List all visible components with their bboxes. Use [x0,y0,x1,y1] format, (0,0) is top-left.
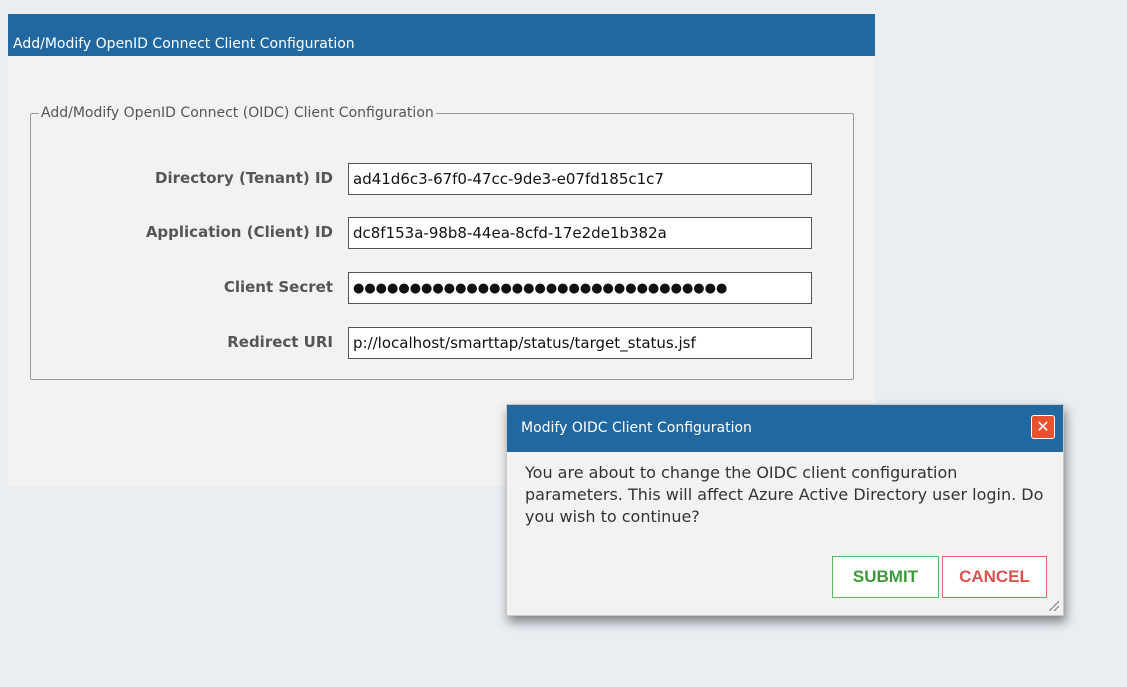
redirect-uri-row: Redirect URI [31,327,853,359]
panel-title: Add/Modify OpenID Connect Client Configu… [8,14,875,56]
redirect-uri-label: Redirect URI [227,333,333,351]
client-id-input[interactable] [348,217,812,249]
dialog-title: Modify OIDC Client Configuration [521,420,752,436]
fieldset-legend: Add/Modify OpenID Connect (OIDC) Client … [41,105,434,121]
client-id-label: Application (Client) ID [145,223,333,241]
oidc-config-fieldset: Add/Modify OpenID Connect (OIDC) Client … [30,105,854,380]
client-secret-row: Client Secret [31,272,853,304]
close-icon[interactable]: ✕ [1031,415,1055,439]
client-id-row: Application (Client) ID [31,217,853,249]
dialog-message: You are about to change the OIDC client … [525,463,1044,526]
confirm-dialog: Modify OIDC Client Configuration ✕ You a… [506,404,1064,616]
tenant-id-label: Directory (Tenant) ID [155,169,333,187]
client-secret-input[interactable] [348,272,812,304]
tenant-id-input[interactable] [348,163,812,195]
cancel-button[interactable]: CANCEL [942,556,1047,598]
client-secret-label: Client Secret [223,278,333,296]
submit-button[interactable]: SUBMIT [832,556,939,598]
resize-grip-icon[interactable] [1049,601,1059,611]
tenant-id-row: Directory (Tenant) ID [31,163,853,195]
dialog-header: Modify OIDC Client Configuration ✕ [507,405,1063,452]
redirect-uri-input[interactable] [348,327,812,359]
